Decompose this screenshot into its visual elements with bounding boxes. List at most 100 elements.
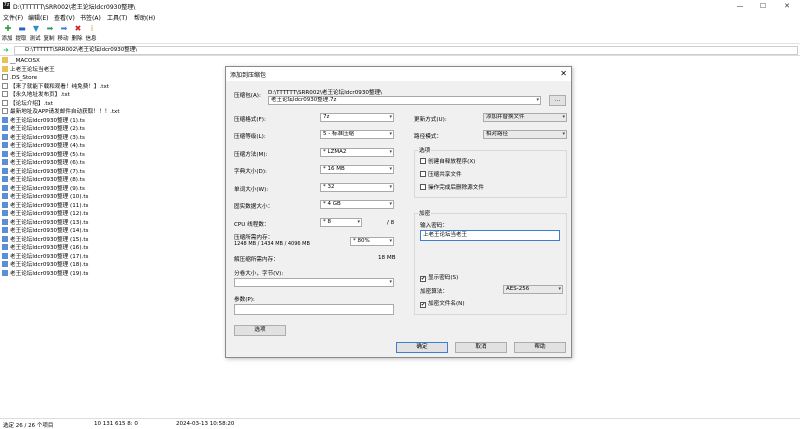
update-mode-select[interactable]: 添加并替换文件 ▾ (483, 113, 567, 122)
options-button[interactable]: 选项 (234, 325, 286, 336)
close-button[interactable]: ✕ (780, 1, 794, 11)
list-item[interactable]: 老王论坛ldcr0930整理 (5).ts (2, 150, 85, 159)
encryption-method-select[interactable]: AES-256 ▾ (503, 285, 563, 294)
file-list[interactable]: __MACOSX 上老王论坛当老王 .DS_Store 【来了就能下载和观看！纯免费！… (0, 57, 225, 417)
update-mode-label: 更新方式(U): (414, 117, 447, 123)
format-label: 压缩格式(F): (234, 117, 266, 123)
method-select[interactable]: * LZMA2 ▾ (320, 148, 394, 157)
video-file-icon (2, 133, 8, 140)
cpu-threads-total: / 8 (387, 220, 395, 226)
level-select[interactable]: 5 - 标准压缩 ▾ (320, 130, 394, 139)
menu-bar: 文件(F) 编辑(E) 查看(V) 书签(A) 工具(T) 帮助(H) (0, 12, 800, 22)
compress-shared-checkbox[interactable]: 压缩共享文件 (420, 171, 462, 179)
info-button[interactable]: i 信息 (85, 23, 98, 42)
list-item[interactable]: 老王论坛ldcr0930整理 (3).ts (2, 133, 85, 142)
menu-file[interactable]: 文件(F) (3, 13, 23, 22)
copy-button[interactable]: ➡ 复制 (43, 23, 56, 42)
file-icon (2, 99, 8, 106)
maximize-button[interactable]: ☐ (756, 1, 770, 11)
format-select[interactable]: 7z ▾ (320, 113, 394, 122)
file-name: 【永久地址发布页】.txt (10, 92, 70, 98)
list-item[interactable]: 老王论坛ldcr0930整理 (18).ts (2, 261, 88, 269)
up-folder-icon[interactable]: ➜ (3, 46, 11, 54)
cpu-threads-select[interactable]: * 8 ▾ (320, 218, 362, 227)
show-password-checkbox[interactable]: ✔ 显示密码(S) (420, 274, 458, 282)
create-sfx-checkbox[interactable]: 创建自释放程序(X) (420, 158, 475, 166)
app-icon: 7z (3, 2, 10, 9)
move-button[interactable]: ➡ 移动 (57, 23, 70, 42)
list-item[interactable]: 老王论坛ldcr0930整理 (15).ts (2, 235, 88, 244)
list-item[interactable]: 老王论坛ldcr0930整理 (8).ts (2, 176, 85, 184)
encryption-method-value: AES-256 (506, 286, 530, 292)
list-item[interactable]: 老王论坛ldcr0930整理 (9).ts (2, 184, 85, 193)
delete-after-checkbox[interactable]: 操作完成后删除源文件 (420, 184, 484, 192)
list-item[interactable]: 老王论坛ldcr0930整理 (1).ts (2, 116, 85, 125)
help-button[interactable]: 帮助 (514, 342, 566, 353)
list-item[interactable]: 老王论坛ldcr0930整理 (19).ts (2, 269, 88, 278)
list-item[interactable]: 老王论坛ldcr0930整理 (17).ts (2, 252, 88, 261)
checkbox-box (420, 158, 426, 164)
minimize-button[interactable]: — (733, 1, 747, 11)
dialog-close-icon[interactable]: ✕ (560, 69, 567, 78)
address-input[interactable]: D:\TTTTTT\SRR002\老王论坛ldcr0930整理\ (14, 46, 798, 55)
cancel-button[interactable]: 取消 (455, 342, 507, 353)
chevron-down-icon: ▾ (389, 184, 392, 190)
memory-usage-select[interactable]: * 80% ▾ (350, 237, 394, 246)
video-file-icon (2, 142, 8, 148)
list-item[interactable]: 老王论坛ldcr0930整理 (13).ts (2, 218, 88, 227)
list-item[interactable]: 老王论坛ldcr0930整理 (11).ts (2, 201, 88, 210)
file-name: 老王论坛ldcr0930整理 (8).ts (10, 177, 85, 183)
video-file-icon (2, 193, 8, 199)
menu-tools[interactable]: 工具(T) (107, 13, 127, 22)
menu-help[interactable]: 帮助(H) (134, 13, 155, 22)
browse-button[interactable]: ... (549, 95, 566, 106)
list-item[interactable]: 【来了就能下载和观看！纯免费！】.txt (2, 82, 109, 91)
parameters-input[interactable] (234, 304, 394, 315)
folder-icon (2, 65, 8, 72)
list-item[interactable]: 老王论坛ldcr0930整理 (10).ts (2, 193, 88, 201)
menu-bookmarks[interactable]: 书签(A) (80, 13, 101, 22)
list-item[interactable]: 上老王论坛当老王 (2, 65, 55, 74)
dictionary-select[interactable]: * 16 MB ▾ (320, 165, 394, 174)
encrypt-names-checkbox[interactable]: ✔ 加密文件名(N) (420, 300, 465, 308)
video-file-icon (2, 159, 8, 165)
list-item[interactable]: 【论坛介绍】.txt (2, 99, 53, 108)
password-input[interactable]: 上老王论坛当老王 (420, 230, 560, 241)
path-mode-select[interactable]: 相对路径 ▾ (483, 130, 567, 139)
show-password-label: 显示密码(S) (428, 275, 459, 281)
encrypt-names-label: 加密文件名(N) (428, 301, 465, 307)
list-item[interactable]: __MACOSX (2, 57, 40, 65)
chevron-down-icon: ▾ (389, 279, 392, 285)
status-bar: 选定 26 / 26 个项目 10 131 615 8: 0 2024-03-1… (0, 418, 800, 429)
menu-view[interactable]: 查看(V) (54, 13, 75, 22)
list-item[interactable]: 老王论坛ldcr0930整理 (6).ts (2, 159, 85, 167)
list-item[interactable]: 最新地址及APP请发邮件自动获取！！！.txt (2, 108, 120, 116)
chevron-down-icon: ▾ (389, 166, 392, 172)
list-item[interactable]: 【永久地址发布页】.txt (2, 91, 70, 99)
chevron-down-icon: ▾ (389, 114, 392, 120)
list-item[interactable]: 老王论坛ldcr0930整理 (7).ts (2, 167, 85, 176)
move-icon: ➡ (60, 24, 68, 33)
video-file-icon (2, 116, 8, 123)
check-icon: ▼ (32, 24, 40, 33)
add-button[interactable]: ✚ 添加 (1, 23, 14, 42)
list-item[interactable]: 老王论坛ldcr0930整理 (16).ts (2, 244, 88, 252)
method-value: * LZMA2 (323, 149, 347, 155)
list-item[interactable]: 老王论坛ldcr0930整理 (2).ts (2, 125, 85, 133)
archive-name-combo[interactable]: 老王论坛ldcr0930整理.7z ▾ (268, 96, 541, 105)
extract-button[interactable]: ▬ 提取 (15, 23, 28, 42)
delete-button[interactable]: ✖ 删除 (71, 23, 84, 42)
split-size-combo[interactable]: ▾ (234, 278, 394, 287)
compress-shared-label: 压缩共享文件 (428, 172, 462, 178)
menu-edit[interactable]: 编辑(E) (28, 13, 48, 22)
word-size-select[interactable]: * 32 ▾ (320, 183, 394, 192)
list-item[interactable]: 老王论坛ldcr0930整理 (12).ts (2, 210, 88, 218)
ok-button[interactable]: 确定 (396, 342, 448, 353)
solid-size-select[interactable]: * 4 GB ▾ (320, 200, 394, 209)
archive-name-value: 老王论坛ldcr0930整理.7z (271, 97, 337, 103)
list-item[interactable]: 老王论坛ldcr0930整理 (4).ts (2, 142, 85, 150)
chevron-down-icon: ▾ (389, 131, 392, 137)
test-button[interactable]: ▼ 测试 (29, 23, 42, 42)
list-item[interactable]: .DS_Store (2, 74, 37, 82)
list-item[interactable]: 老王论坛ldcr0930整理 (14).ts (2, 227, 88, 235)
